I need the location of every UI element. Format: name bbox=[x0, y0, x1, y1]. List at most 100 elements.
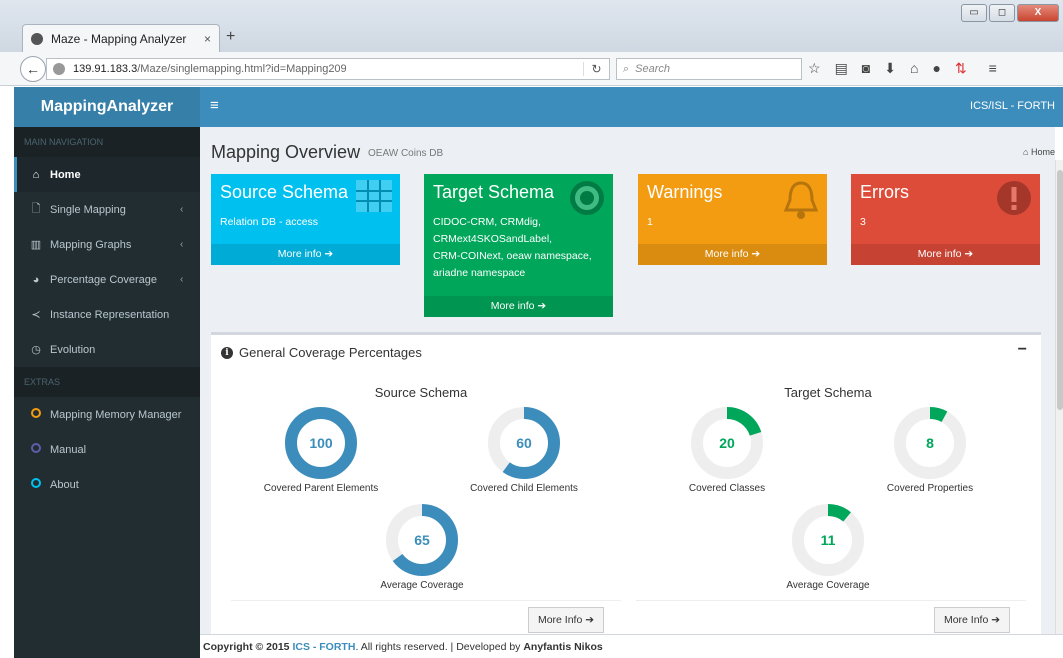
donut-value: 60 bbox=[516, 435, 532, 451]
box-line: CRM-COINext, oeaw namespace, bbox=[433, 250, 592, 262]
minimize-button[interactable]: ▭ bbox=[961, 4, 987, 22]
sidebar-extra-mapping-memory-manager[interactable]: Mapping Memory Manager bbox=[14, 397, 200, 432]
main-nav-header: MAIN NAVIGATION bbox=[14, 127, 200, 157]
sidebar-item-percentage-coverage[interactable]: ◕ Percentage Coverage ‹ bbox=[14, 262, 200, 297]
sidebar-item-label: Evolution bbox=[50, 343, 96, 356]
box-line: ariadne namespace bbox=[433, 267, 526, 279]
breadcrumb[interactable]: ⌂ Home bbox=[1023, 147, 1055, 157]
source-donut-covered-child-elements: 60 Covered Child Elements bbox=[464, 405, 584, 494]
sidebar-extra-about[interactable]: About bbox=[14, 467, 200, 502]
box-title: Source Schema bbox=[220, 182, 349, 202]
more-info-link[interactable]: More info ➔ bbox=[638, 244, 827, 265]
donut-value: 100 bbox=[309, 435, 333, 451]
site-info-icon[interactable] bbox=[53, 63, 65, 75]
star-icon[interactable]: ☆ bbox=[808, 60, 821, 77]
menu-icon[interactable]: ≡ bbox=[989, 60, 997, 77]
sidebar-item-label: Mapping Memory Manager bbox=[50, 408, 182, 421]
sidebar: MAIN NAVIGATION ⌂ Home 🗋 Single Mapping ‹ ▥ Ma… bbox=[14, 127, 200, 658]
source-donut-average-coverage: 65 Average Coverage bbox=[362, 502, 482, 591]
share-icon: ≺ bbox=[31, 309, 41, 321]
box-line: Relation DB - access bbox=[220, 216, 319, 228]
pie-chart-icon: ◕ bbox=[32, 273, 40, 286]
source-donut-covered-parent-elements: 100 Covered Parent Elements bbox=[261, 405, 381, 494]
source-schema-title: Source Schema bbox=[374, 385, 468, 400]
clock-icon: ◷ bbox=[31, 344, 41, 356]
box-line: CIDOC-CRM, CRMdig, bbox=[433, 216, 541, 228]
sidebar-toggle-icon[interactable]: ≡ bbox=[210, 97, 219, 114]
sidebar-item-mapping-graphs[interactable]: ▥ Mapping Graphs ‹ bbox=[14, 227, 200, 262]
url-host: 139.91.183.3 bbox=[73, 63, 138, 75]
box-line: CRMext4SKOSandLabel, bbox=[433, 233, 553, 245]
reading-list-icon[interactable]: ▤ bbox=[835, 60, 848, 77]
box-title: Target Schema bbox=[433, 182, 555, 202]
more-info-link[interactable]: More info ➔ bbox=[851, 244, 1040, 265]
alert-icon bbox=[996, 180, 1032, 219]
new-tab-button[interactable]: + bbox=[226, 28, 235, 46]
file-icon: 🗋 bbox=[31, 203, 41, 215]
coverage-panel-title: i General Coverage Percentages bbox=[221, 345, 422, 360]
search-placeholder: Search bbox=[635, 63, 671, 75]
target-donut-average-coverage: 11 Average Coverage bbox=[768, 502, 888, 591]
browser-toolbar-icons: ☆ ▤ ◙ ⬇ ⌂ ● ⇅ ≡ bbox=[808, 60, 997, 77]
chevron-left-icon: ‹ bbox=[180, 239, 184, 250]
donut-label: Covered Parent Elements bbox=[263, 483, 379, 494]
maximize-button[interactable]: ◻ bbox=[989, 4, 1015, 22]
org-link[interactable]: ICS - FORTH bbox=[292, 641, 355, 653]
coverage-panel-title-text: General Coverage Percentages bbox=[239, 345, 422, 360]
box-line: 3 bbox=[860, 216, 866, 228]
favicon-icon bbox=[31, 32, 43, 45]
pocket-icon[interactable]: ◙ bbox=[862, 60, 870, 77]
target-schema-title: Target Schema bbox=[784, 385, 872, 400]
box-title: Errors bbox=[860, 182, 909, 202]
app-logo[interactable]: MappingAnalyzer bbox=[14, 87, 200, 127]
url-bar[interactable]: 139.91.183.3/Maze/singlemapping.html?id=… bbox=[46, 58, 610, 80]
home-icon: ⌂ bbox=[32, 168, 40, 181]
sync-icon[interactable]: ⇅ bbox=[955, 60, 967, 77]
more-info-link[interactable]: More info ➔ bbox=[424, 296, 613, 317]
donut-label: Covered Classes bbox=[688, 483, 766, 494]
browser-tab[interactable]: Maze - Mapping Analyzer × bbox=[22, 24, 220, 52]
circle-icon bbox=[28, 478, 44, 491]
sidebar-item-label: Percentage Coverage bbox=[50, 273, 158, 286]
close-window-button[interactable]: X bbox=[1017, 4, 1059, 22]
donut-value: 65 bbox=[414, 532, 430, 548]
coverage-panel: i General Coverage Percentages − Source … bbox=[211, 332, 1041, 634]
breadcrumb-home[interactable]: Home bbox=[1031, 147, 1055, 157]
app-header: MappingAnalyzer ≡ ICS/ISL - FORTH bbox=[14, 87, 1063, 127]
scrollbar-thumb[interactable] bbox=[1057, 170, 1063, 410]
copyright-text: Copyright © 2015 bbox=[203, 641, 290, 653]
donut-value: 20 bbox=[719, 435, 735, 451]
bell-icon bbox=[783, 180, 819, 223]
info-icon: i bbox=[221, 346, 233, 359]
page-footer: Copyright © 2015 ICS - FORTH. All rights… bbox=[200, 634, 1063, 658]
source-more-info-button[interactable]: More Info ➔ bbox=[528, 607, 604, 633]
target-donut-covered-classes: 20 Covered Classes bbox=[667, 405, 787, 494]
circle-icon bbox=[28, 408, 44, 421]
sidebar-extra-manual[interactable]: Manual bbox=[14, 432, 200, 467]
sidebar-item-evolution[interactable]: ◷ Evolution bbox=[14, 332, 200, 367]
sidebar-item-instance-representation[interactable]: ≺ Instance Representation bbox=[14, 297, 200, 332]
target-more-info-button[interactable]: More Info ➔ bbox=[934, 607, 1010, 633]
page-scrollbar[interactable] bbox=[1055, 160, 1063, 634]
collapse-button[interactable]: − bbox=[1018, 341, 1027, 359]
org-label[interactable]: ICS/ISL - FORTH bbox=[970, 100, 1055, 112]
tab-close-icon[interactable]: × bbox=[204, 32, 211, 46]
box-text: Relation DB - access bbox=[220, 214, 318, 231]
back-button[interactable]: ← bbox=[20, 55, 46, 82]
chevron-left-icon: ‹ bbox=[180, 274, 184, 285]
sidebar-item-label: Manual bbox=[50, 443, 87, 456]
reload-icon[interactable]: ↻ bbox=[583, 62, 609, 76]
box-line: 1 bbox=[647, 216, 653, 228]
download-icon[interactable]: ⬇ bbox=[884, 60, 896, 77]
target-schema-box: Target Schema CIDOC-CRM, CRMdig, CRMext4SK… bbox=[424, 174, 613, 317]
donut-label: Average Coverage bbox=[380, 580, 464, 591]
browser-nav-bar: ← 139.91.183.3/Maze/singlemapping.html?i… bbox=[0, 52, 1063, 86]
search-input[interactable]: ⌕ Search bbox=[616, 58, 802, 80]
chat-icon[interactable]: ● bbox=[932, 60, 940, 77]
sidebar-item-home[interactable]: ⌂ Home bbox=[14, 157, 200, 192]
more-info-link[interactable]: More info ➔ bbox=[211, 244, 400, 265]
source-divider bbox=[231, 600, 621, 601]
sidebar-item-single-mapping[interactable]: 🗋 Single Mapping ‹ bbox=[14, 192, 200, 227]
donut-label: Average Coverage bbox=[786, 580, 870, 591]
home-icon[interactable]: ⌂ bbox=[910, 60, 918, 77]
